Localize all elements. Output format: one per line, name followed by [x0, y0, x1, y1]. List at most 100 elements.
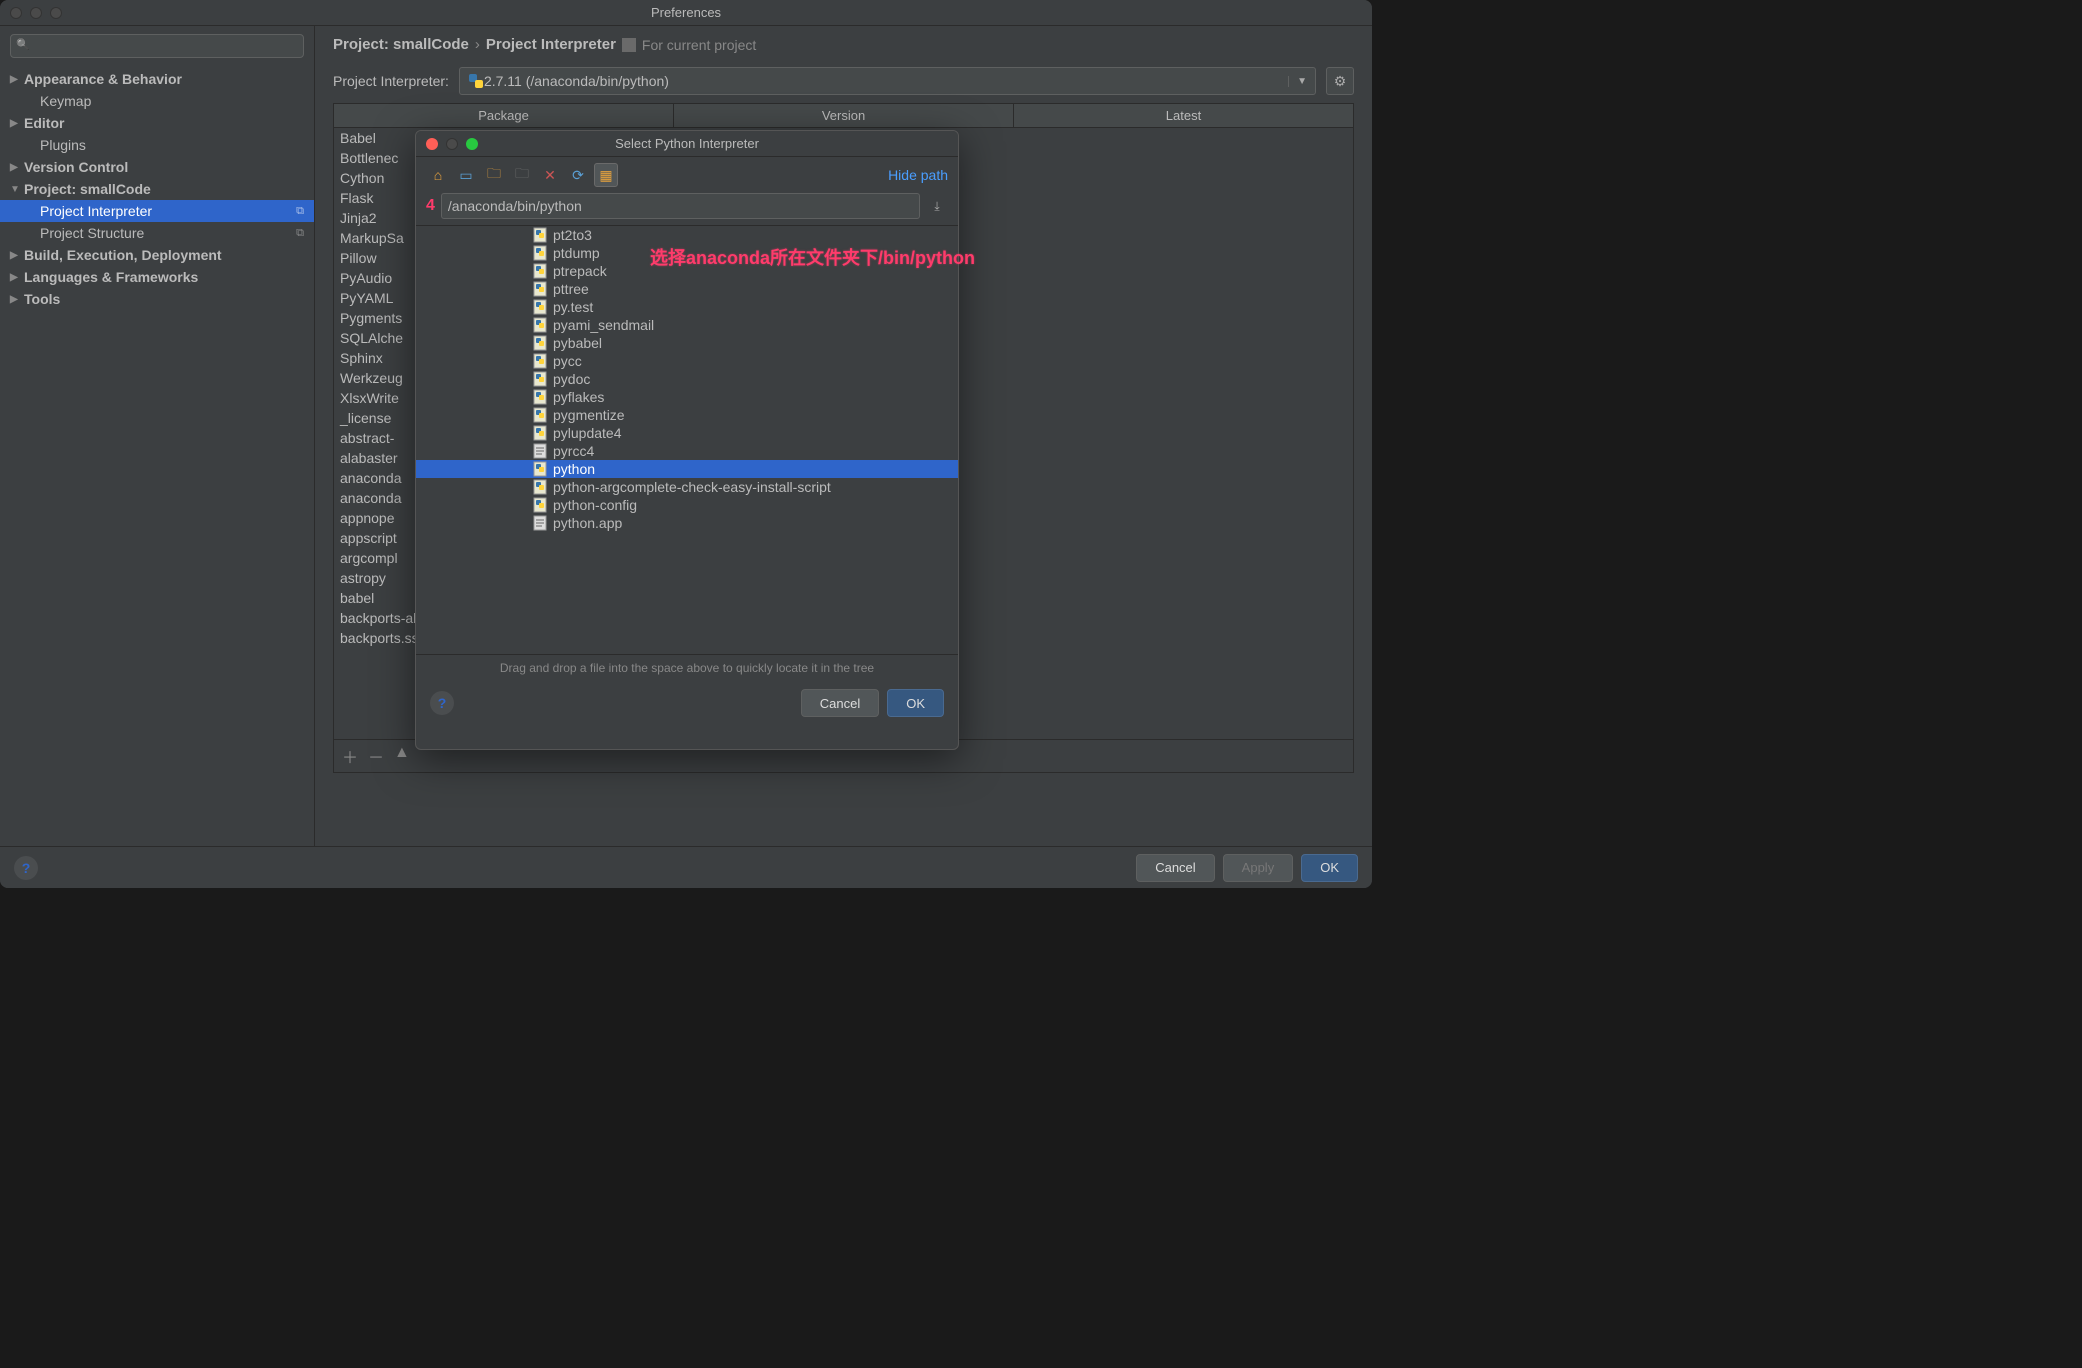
file-item[interactable]: pygmentize [416, 406, 958, 424]
text-file-icon [532, 443, 548, 459]
sidebar-item-project-structure[interactable]: Project Structure⧉ [0, 222, 314, 244]
file-item[interactable]: python [416, 460, 958, 478]
sidebar-item-build-execution-deployment[interactable]: ▶Build, Execution, Deployment [0, 244, 314, 266]
sidebar-item-version-control[interactable]: ▶Version Control [0, 156, 314, 178]
sidebar-item-tools[interactable]: ▶Tools [0, 288, 314, 310]
sidebar-item-plugins[interactable]: Plugins [0, 134, 314, 156]
file-item[interactable]: python-argcomplete-check-easy-install-sc… [416, 478, 958, 496]
path-input[interactable] [441, 193, 920, 219]
modal-maximize-button[interactable] [466, 138, 478, 150]
sidebar-item-project-interpreter[interactable]: Project Interpreter⧉ [0, 200, 314, 222]
delete-button[interactable]: ✕ [538, 163, 562, 187]
file-name: python [553, 461, 595, 477]
interpreter-value: 2.7.11 (/anaconda/bin/python) [484, 73, 669, 89]
breadcrumb-page: Project Interpreter [486, 36, 616, 53]
file-item[interactable]: pylupdate4 [416, 424, 958, 442]
remove-package-button[interactable]: － [368, 744, 384, 768]
file-name: pttree [553, 281, 589, 297]
modal-cancel-button[interactable]: Cancel [801, 689, 879, 717]
sidebar-item-project-smallcode[interactable]: ▼Project: smallCode [0, 178, 314, 200]
cell-latest [1013, 148, 1353, 168]
modal-help-button[interactable]: ? [430, 691, 454, 715]
search-input[interactable] [10, 34, 304, 58]
sidebar-item-keymap[interactable]: Keymap [0, 90, 314, 112]
gear-icon: ⚙ [1334, 73, 1347, 90]
cancel-button[interactable]: Cancel [1136, 854, 1214, 882]
modal-title: Select Python Interpreter [615, 136, 759, 151]
interpreter-settings-button[interactable]: ⚙ [1326, 67, 1354, 95]
python-file-icon [532, 317, 548, 333]
new-folder-button[interactable]: 🗀 [510, 163, 534, 187]
python-file-icon [532, 353, 548, 369]
modal-close-button[interactable] [426, 138, 438, 150]
file-item[interactable]: py.test [416, 298, 958, 316]
file-item[interactable]: pyrcc4 [416, 442, 958, 460]
apply-button[interactable]: Apply [1223, 854, 1294, 882]
sidebar-item-label: Plugins [40, 137, 86, 153]
col-version[interactable]: Version [674, 104, 1014, 127]
ok-button[interactable]: OK [1301, 854, 1358, 882]
preferences-window: Preferences ▶Appearance & BehaviorKeymap… [0, 0, 1372, 888]
cell-latest [1013, 248, 1353, 268]
file-item[interactable]: pyami_sendmail [416, 316, 958, 334]
cell-latest [1013, 548, 1353, 568]
file-name: python.app [553, 515, 622, 531]
modal-window-controls [426, 138, 478, 150]
search-wrapper [10, 34, 304, 58]
modal-minimize-button[interactable] [446, 138, 458, 150]
sidebar-item-label: Editor [24, 115, 64, 131]
help-button[interactable]: ? [14, 856, 38, 880]
titlebar: Preferences [0, 0, 1372, 26]
sidebar-item-label: Project Interpreter [40, 203, 152, 219]
file-item[interactable]: pydoc [416, 370, 958, 388]
text-file-icon [532, 515, 548, 531]
file-item[interactable]: pycc [416, 352, 958, 370]
file-name: python-config [553, 497, 637, 513]
python-file-icon [532, 299, 548, 315]
file-name: pygmentize [553, 407, 625, 423]
upgrade-package-button[interactable]: ▲ [394, 744, 410, 768]
col-package[interactable]: Package [334, 104, 674, 127]
home-button[interactable]: ⌂ [426, 163, 450, 187]
show-hidden-button[interactable]: ▦ [594, 163, 618, 187]
chevron-right-icon: ▶ [10, 294, 18, 305]
project-button[interactable]: 🗀 [482, 163, 506, 187]
new-folder-icon: 🗀 [515, 163, 529, 187]
sidebar-item-languages-frameworks[interactable]: ▶Languages & Frameworks [0, 266, 314, 288]
cell-latest [1013, 408, 1353, 428]
interpreter-row: Project Interpreter: 2.7.11 (/anaconda/b… [333, 67, 1354, 95]
chevron-right-icon: ▶ [10, 118, 18, 129]
minimize-window-button[interactable] [30, 7, 42, 19]
file-name: pybabel [553, 335, 602, 351]
refresh-button[interactable]: ⟳ [566, 163, 590, 187]
refresh-icon: ⟳ [572, 167, 584, 184]
cell-latest [1013, 508, 1353, 528]
interpreter-dropdown[interactable]: 2.7.11 (/anaconda/bin/python) ▼ [459, 67, 1316, 95]
file-item[interactable]: python.app [416, 514, 958, 532]
add-package-button[interactable]: ＋ [342, 744, 358, 768]
hide-path-link[interactable]: Hide path [888, 167, 948, 183]
file-item[interactable]: pt2to3 [416, 226, 958, 244]
python-file-icon [532, 263, 548, 279]
cell-latest [1013, 608, 1353, 628]
modal-ok-button[interactable]: OK [887, 689, 944, 717]
close-window-button[interactable] [10, 7, 22, 19]
file-item[interactable]: pybabel [416, 334, 958, 352]
file-item[interactable]: pyflakes [416, 388, 958, 406]
file-item[interactable]: python-config [416, 496, 958, 514]
python-file-icon [532, 371, 548, 387]
desktop-button[interactable]: ▭ [454, 163, 478, 187]
sidebar-item-appearance-behavior[interactable]: ▶Appearance & Behavior [0, 68, 314, 90]
sidebar-item-editor[interactable]: ▶ Editor [0, 112, 314, 134]
maximize-window-button[interactable] [50, 7, 62, 19]
table-header: Package Version Latest [333, 103, 1354, 128]
file-tree[interactable]: pt2to3ptdumpptrepackpttreepy.testpyami_s… [416, 225, 958, 655]
cell-latest [1013, 628, 1353, 648]
col-latest[interactable]: Latest [1014, 104, 1353, 127]
path-history-button[interactable]: ⤓ [926, 195, 948, 217]
python-file-icon [532, 281, 548, 297]
chevron-right-icon: ▶ [10, 162, 18, 173]
cell-latest [1013, 288, 1353, 308]
cell-latest [1013, 468, 1353, 488]
file-item[interactable]: pttree [416, 280, 958, 298]
